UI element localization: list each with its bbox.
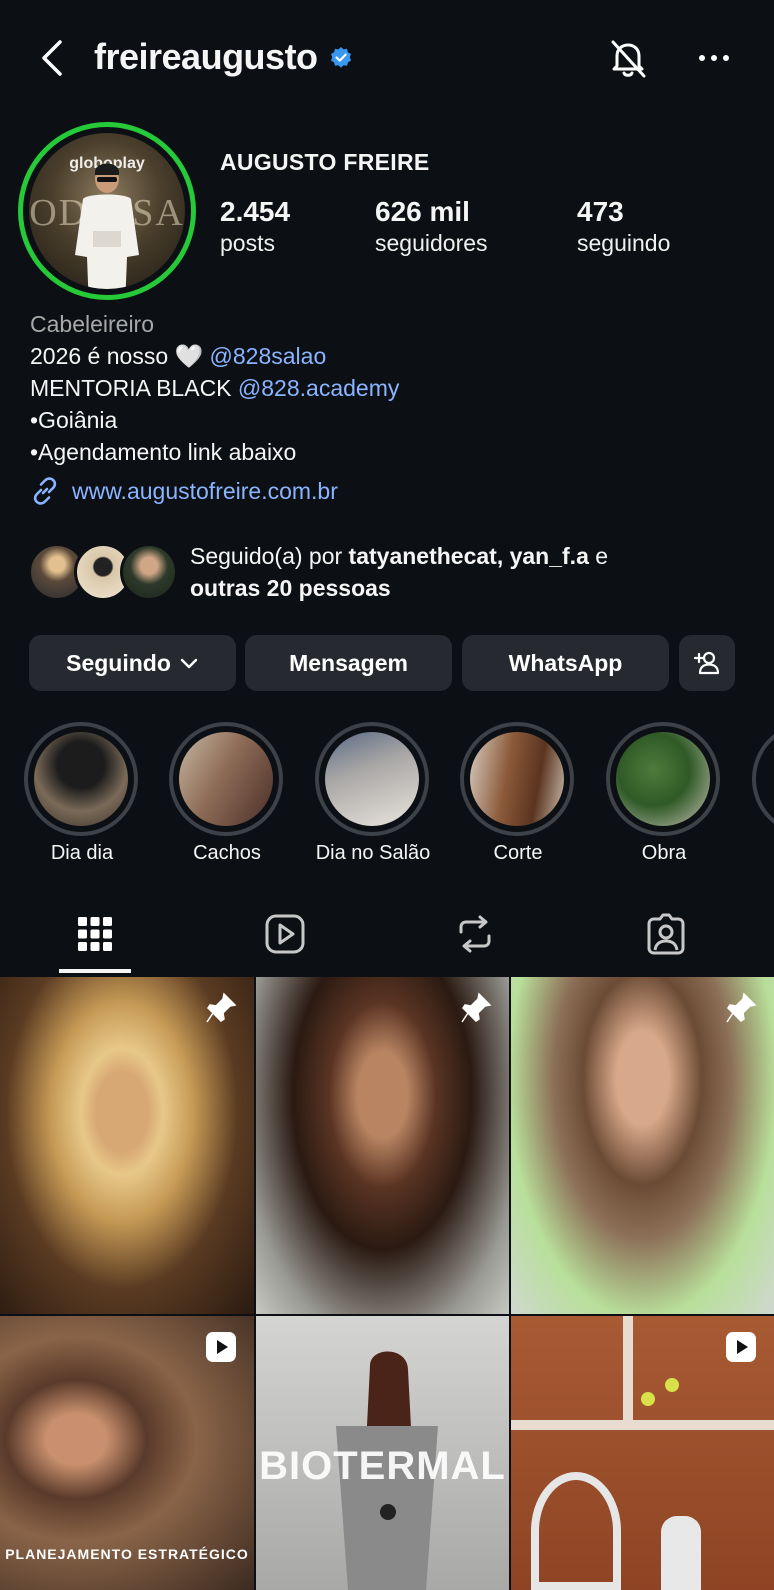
whatsapp-button-label: WhatsApp (508, 649, 623, 676)
pin-icon (726, 992, 757, 1023)
tennis-ball (665, 1378, 679, 1392)
stat-following[interactable]: 473 seguindo (577, 196, 670, 257)
mention-828academy[interactable]: @828.academy (238, 375, 399, 401)
mutual-followers-avatars[interactable] (28, 543, 178, 601)
link-icon (33, 477, 57, 505)
pin-icon (206, 992, 237, 1023)
mutual-avatar-3 (120, 543, 178, 601)
followed-by-names: tatyanethecat, yan_f.a (348, 543, 589, 569)
highlight-cover (34, 732, 128, 826)
bio-line-4: •Agendamento link abaixo (30, 439, 297, 465)
followed-by-conj: e (588, 543, 609, 569)
post-1[interactable] (0, 977, 254, 1314)
pin-icon (461, 992, 492, 1023)
profile-username: freireaugusto (94, 36, 318, 77)
more-icon[interactable] (696, 40, 732, 76)
mention-828salao[interactable]: @828salao (210, 343, 327, 369)
stat-posts[interactable]: 2.454 posts (220, 196, 290, 257)
court-line (511, 1420, 774, 1430)
highlight-label: Dia no Salão (315, 842, 431, 864)
highlight-ring (169, 722, 283, 836)
highlight-partial[interactable] (752, 722, 774, 836)
highlight-corte[interactable]: Corte (460, 722, 576, 865)
highlight-cachos[interactable]: Cachos (169, 722, 285, 865)
profile-link-url: www.augustofreire.com.br (72, 477, 338, 504)
profile-link[interactable]: www.augustofreire.com.br (30, 476, 338, 506)
followed-by-others: outras 20 pessoas (190, 575, 391, 601)
avatar-person-figure (75, 163, 139, 289)
highlight-obra[interactable]: Obra (606, 722, 722, 865)
highlight-ring (315, 722, 429, 836)
highlight-ring (460, 722, 574, 836)
stat-posts-value: 2.454 (220, 196, 291, 227)
profile-bio: Cabeleireiro 2026 é nosso 🤍 @828salao ME… (30, 308, 399, 468)
bio-line-1: 2026 é nosso 🤍 @828salao (30, 340, 399, 372)
highlight-cover (470, 732, 564, 826)
reel-icon (726, 1332, 756, 1362)
highlight-dia-dia[interactable]: Dia dia (24, 722, 140, 865)
profile-avatar-ring[interactable]: ODIOSA globoplay (18, 122, 196, 300)
tagged-tab-icon[interactable] (644, 912, 688, 956)
whatsapp-button[interactable]: WhatsApp (462, 635, 669, 691)
bio-line-2-text: MENTORIA BLACK (30, 375, 238, 401)
message-button[interactable]: Mensagem (245, 635, 452, 691)
reel-icon (206, 1332, 236, 1362)
highlight-label: Cachos (193, 842, 261, 864)
reels-tab-icon[interactable] (263, 912, 307, 956)
profile-full-name: AUGUSTO FREIRE (220, 149, 430, 175)
profile-avatar: ODIOSA globoplay (29, 133, 185, 289)
tennis-ball (641, 1392, 655, 1406)
shoe (661, 1516, 701, 1590)
stat-posts-label: posts (220, 230, 275, 256)
racket (531, 1472, 621, 1590)
post-4[interactable]: PLANEJAMENTO ESTRATÉGICO (0, 1316, 254, 1590)
add-person-icon (693, 651, 720, 675)
reposts-tab-icon[interactable] (453, 912, 497, 956)
bio-line-2: MENTORIA BLACK @828.academy (30, 372, 399, 404)
post-5[interactable]: BIOTERMAL (256, 1316, 509, 1590)
post-6[interactable] (511, 1316, 774, 1590)
following-button[interactable]: Seguindo (29, 635, 236, 691)
following-button-label: Seguindo (66, 649, 171, 676)
highlight-label: Dia dia (50, 842, 114, 864)
active-tab-indicator (59, 969, 131, 973)
stat-following-value: 473 (577, 196, 624, 227)
post-5-caption: BIOTERMAL (259, 1444, 506, 1488)
stat-followers[interactable]: 626 mil seguidores (375, 196, 488, 257)
bell-off-icon[interactable] (606, 36, 650, 80)
highlight-cover (325, 732, 419, 826)
highlight-ring (606, 722, 720, 836)
highlight-ring (24, 722, 138, 836)
highlight-label: Corte (493, 842, 543, 864)
grid-tab-icon[interactable] (73, 912, 117, 956)
highlight-cover (616, 732, 710, 826)
highlight-cover (179, 732, 273, 826)
post-4-caption: PLANEJAMENTO ESTRATÉGICO (5, 1546, 249, 1562)
message-button-label: Mensagem (289, 649, 408, 676)
bio-line-1-text: 2026 é nosso 🤍 (30, 343, 210, 369)
mutual-followers-text[interactable]: Seguido(a) por tatyanethecat, yan_f.a e … (190, 540, 608, 604)
highlight-ring (752, 722, 774, 836)
highlight-dia-no-salao[interactable]: Dia no Salão (315, 722, 431, 865)
profile-category: Cabeleireiro (30, 311, 155, 337)
suggested-users-button[interactable] (679, 635, 735, 691)
highlight-label: Obra (641, 842, 687, 864)
court-line (623, 1316, 633, 1424)
stat-followers-label: seguidores (375, 230, 488, 256)
followed-by-prefix: Seguido(a) por (190, 543, 349, 569)
post-2[interactable] (256, 977, 509, 1314)
back-icon[interactable] (34, 38, 74, 78)
stat-followers-value: 626 mil (375, 196, 470, 227)
chevron-down-icon (180, 658, 198, 669)
bio-line-3: •Goiânia (30, 407, 118, 433)
post-3[interactable] (511, 977, 774, 1314)
verified-badge-icon (331, 47, 351, 68)
stat-following-label: seguindo (577, 230, 671, 256)
